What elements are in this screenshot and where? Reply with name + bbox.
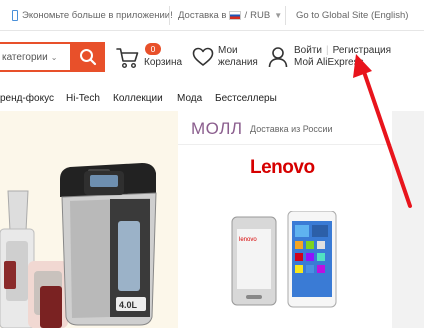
nav-item-fashion[interactable]: Мода (177, 93, 202, 104)
cart-icon (116, 48, 139, 69)
app-promo-link[interactable]: Экономьте больше в приложении! (12, 0, 173, 31)
russia-flag-icon (229, 11, 242, 20)
header: категории ⌄ 0 Корзина Мои желания Войти … (0, 31, 424, 89)
divider (178, 144, 392, 145)
currency-separator: / (244, 10, 248, 21)
divider: | (325, 45, 329, 56)
category-select[interactable]: категории ⌄ (0, 42, 72, 72)
chevron-down-icon: ⌄ (50, 52, 58, 62)
wishlist-line1: Мои (218, 45, 238, 56)
delivery-currency-selector[interactable]: Доставка в / RUB ▼ (178, 0, 282, 31)
nav-item-trend-focus[interactable]: ренд-фокус (0, 93, 54, 104)
app-promo-text: Экономьте больше в приложении! (22, 10, 173, 21)
search-icon (79, 49, 96, 66)
nav-item-bestsellers[interactable]: Бестселлеры (215, 93, 277, 104)
phone-icon (12, 10, 18, 21)
top-bar: Экономьте больше в приложении! Доставка … (0, 0, 424, 31)
cart-link[interactable]: 0 Корзина (116, 43, 184, 71)
divider (285, 6, 286, 25)
cart-label: Корзина (144, 57, 183, 68)
chevron-down-icon: ▼ (274, 11, 283, 20)
wishlist-link[interactable]: Мои желания (192, 43, 262, 73)
account-area: Войти | Регистрация Мой AliExpress (268, 43, 408, 73)
category-select-label: категории (2, 51, 48, 63)
nav-item-collections[interactable]: Коллекции (113, 93, 163, 104)
phones-product-image[interactable]: lenovo (228, 211, 348, 311)
divider (169, 6, 170, 25)
my-aliexpress-link[interactable]: Мой AliExpress (294, 57, 364, 68)
login-link[interactable]: Войти (294, 45, 322, 56)
svg-text:lenovo: lenovo (239, 237, 257, 243)
promo-appliance-image: 4.0L (0, 163, 157, 328)
promo-banner[interactable]: 4.0L (0, 111, 178, 328)
cart-count-badge: 0 (145, 43, 161, 55)
currency-label: RUB (250, 10, 271, 21)
wishlist-label: Мои желания (218, 45, 258, 69)
capacity-label: 4.0L (119, 300, 138, 310)
mall-subtitle: Доставка из России (250, 124, 333, 134)
mall-panel: МОЛЛ Доставка из России Lenovo lenovo (178, 111, 392, 328)
global-site-text: Go to Global Site (English) (296, 10, 409, 21)
global-site-link[interactable]: Go to Global Site (English) (296, 0, 408, 31)
register-link[interactable]: Регистрация (333, 45, 391, 56)
user-icon (268, 47, 288, 68)
nav-item-hi-tech[interactable]: Hi-Tech (66, 93, 100, 104)
delivery-label: Доставка в (178, 10, 227, 21)
category-nav: ренд-фокус Hi-Tech Коллекции Мода Бестсе… (0, 89, 424, 111)
wishlist-line2: желания (218, 57, 258, 68)
mall-title: МОЛЛ (191, 119, 243, 138)
lenovo-logo[interactable]: Lenovo (250, 157, 315, 179)
heart-icon (192, 47, 214, 66)
account-auth-links: Войти | Регистрация (294, 45, 391, 56)
search-button[interactable] (70, 42, 105, 72)
